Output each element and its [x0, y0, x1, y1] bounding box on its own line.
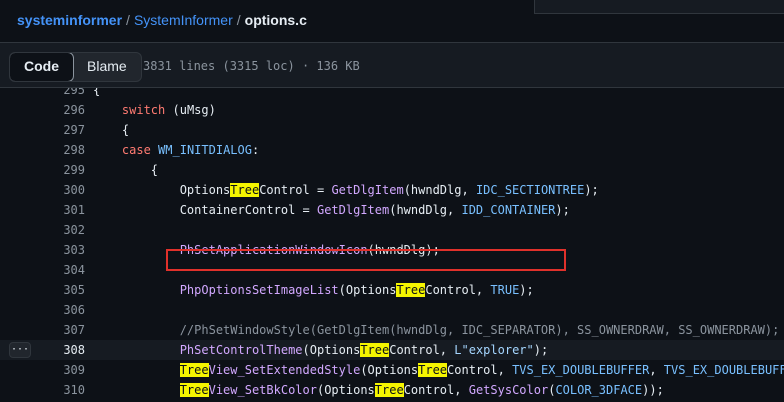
- search-match: Tree: [360, 343, 390, 357]
- line-source: ContainerControl = GetDlgItem(hwndDlg, I…: [93, 203, 570, 217]
- code-line[interactable]: 309 TreeView_SetExtendedStyle(OptionsTre…: [0, 360, 784, 380]
- line-source: {: [93, 88, 101, 97]
- blame-view-button[interactable]: Blame: [73, 53, 141, 81]
- code-line[interactable]: 303 PhSetApplicationWindowIcon(hwndDlg);: [0, 240, 784, 260]
- line-number[interactable]: 306: [40, 300, 85, 320]
- line-number[interactable]: 299: [40, 160, 85, 180]
- view-mode-toggle: Code Blame: [9, 52, 142, 82]
- line-source: {: [93, 123, 130, 137]
- breadcrumb: systeminformer / SystemInformer / options.c: [17, 12, 307, 28]
- file-stats: 3831 lines (3315 loc) · 136 KB: [143, 59, 360, 73]
- line-number[interactable]: 307: [40, 320, 85, 340]
- line-source: PhpOptionsSetImageList(OptionsTreeContro…: [179, 283, 534, 297]
- breadcrumb-file-name: options.c: [244, 12, 307, 28]
- code-line[interactable]: 304: [0, 260, 784, 280]
- code-line[interactable]: 295 {: [0, 88, 784, 100]
- search-match: Tree: [179, 383, 209, 397]
- line-source: PhSetApplicationWindowIcon(hwndDlg);: [179, 243, 440, 257]
- line-source: TreeView_SetBkColor(OptionsTreeControl, …: [179, 383, 664, 397]
- line-number[interactable]: 305: [40, 280, 85, 300]
- code-line[interactable]: 298 case WM_INITDIALOG:: [0, 140, 784, 160]
- code-line[interactable]: 301 ContainerControl = GetDlgItem(hwndDl…: [0, 200, 784, 220]
- breadcrumb-owner-link[interactable]: systeminformer: [17, 12, 122, 28]
- line-source: case WM_INITDIALOG:: [121, 143, 260, 157]
- breadcrumb-repo-link[interactable]: SystemInformer: [134, 12, 233, 28]
- line-number[interactable]: 301: [40, 200, 85, 220]
- search-match: Tree: [418, 363, 448, 377]
- search-match: Tree: [374, 383, 404, 397]
- top-bar: systeminformer / SystemInformer / options.c: [0, 0, 784, 42]
- file-toolbar: Code Blame 3831 lines (3315 loc) · 136 K…: [0, 42, 784, 88]
- line-source: OptionsTreeControl = GetDlgItem(hwndDlg,…: [93, 183, 599, 197]
- search-match: Tree: [396, 283, 426, 297]
- code-line[interactable]: 307 //PhSetWindowStyle(GetDlgItem(hwndDl…: [0, 320, 784, 340]
- line-source: switch (uMsg): [121, 103, 216, 117]
- line-number[interactable]: 302: [40, 220, 85, 240]
- code-line[interactable]: 310 TreeView_SetBkColor(OptionsTreeContr…: [0, 380, 784, 400]
- code-view-button[interactable]: Code: [9, 53, 74, 81]
- kebab-horizontal-icon[interactable]: ···: [9, 342, 31, 358]
- line-source: {: [93, 163, 159, 177]
- breadcrumb-separator: /: [126, 12, 130, 28]
- line-source: //PhSetWindowStyle(GetDlgItem(hwndDlg, I…: [93, 323, 780, 337]
- line-number[interactable]: 296: [40, 100, 85, 120]
- search-match: Tree: [179, 363, 209, 377]
- search-match: Tree: [230, 183, 260, 197]
- line-source: PhSetControlTheme(OptionsTreeControl, L"…: [179, 343, 549, 357]
- line-number[interactable]: 297: [40, 120, 85, 140]
- code-line[interactable]: 306: [0, 300, 784, 320]
- line-number[interactable]: 300: [40, 180, 85, 200]
- line-number[interactable]: 310: [40, 380, 85, 400]
- breadcrumb-separator: /: [236, 12, 241, 28]
- line-number[interactable]: 308: [40, 340, 85, 360]
- line-number[interactable]: 295: [40, 88, 85, 100]
- line-source: TreeView_SetExtendedStyle(OptionsTreeCon…: [179, 363, 784, 377]
- code-line[interactable]: 302: [0, 220, 784, 240]
- code-line[interactable]: 297 {: [0, 120, 784, 140]
- line-number[interactable]: 309: [40, 360, 85, 380]
- header-panel: [534, 0, 784, 14]
- line-number[interactable]: 304: [40, 260, 85, 280]
- code-viewer[interactable]: 295{296 switch (uMsg) 297 {298 case WM_IN…: [0, 88, 784, 402]
- line-number[interactable]: 298: [40, 140, 85, 160]
- code-line[interactable]: 296 switch (uMsg): [0, 100, 784, 120]
- line-number[interactable]: 303: [40, 240, 85, 260]
- code-line[interactable]: ··· 308 PhSetControlTheme(OptionsTreeCont…: [0, 340, 784, 360]
- code-line[interactable]: 300 OptionsTreeControl = GetDlgItem(hwnd…: [0, 180, 784, 200]
- code-line[interactable]: 305 PhpOptionsSetImageList(OptionsTreeCo…: [0, 280, 784, 300]
- code-line[interactable]: 299 {: [0, 160, 784, 180]
